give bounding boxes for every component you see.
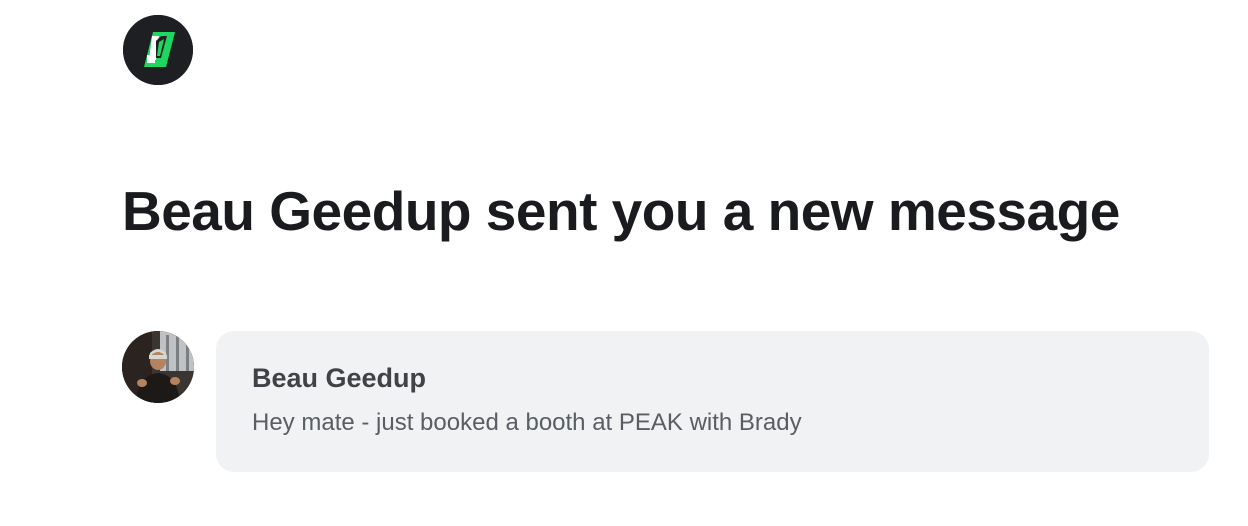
email-notification: Beau Geedup sent you a new message Beau … bbox=[0, 0, 1248, 526]
message-preview-card[interactable]: Beau Geedup Hey mate - just booked a boo… bbox=[216, 331, 1209, 472]
brand-logo-icon[interactable] bbox=[123, 15, 193, 85]
notification-headline: Beau Geedup sent you a new message bbox=[122, 180, 1120, 242]
sender-avatar[interactable] bbox=[122, 331, 194, 403]
message-preview-text: Hey mate - just booked a booth at PEAK w… bbox=[252, 409, 802, 436]
sender-name: Beau Geedup bbox=[252, 363, 427, 393]
